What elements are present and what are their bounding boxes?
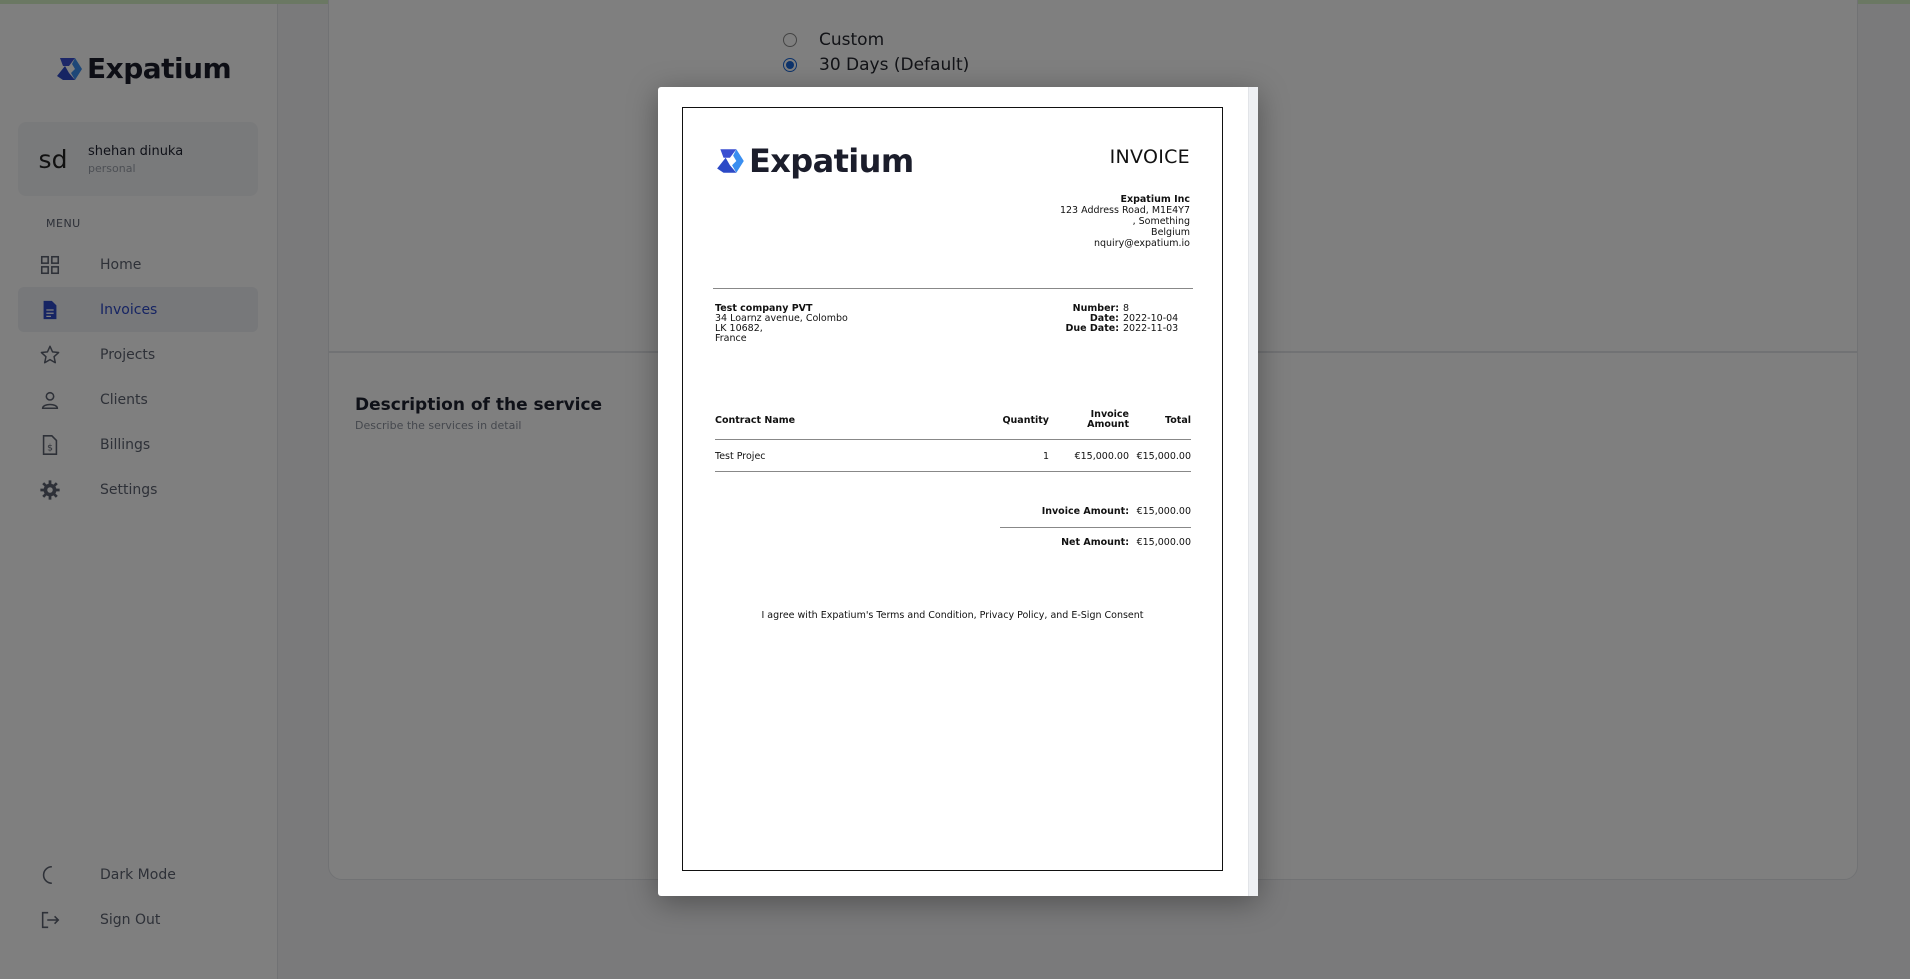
- invoice-logo: Expatium: [715, 142, 914, 180]
- invoice-title: INVOICE: [1109, 146, 1190, 168]
- invoice-document: Expatium INVOICE Expatium Inc 123 Addres…: [682, 107, 1223, 871]
- company-address: Expatium Inc 123 Address Road, M1E4Y7 , …: [1060, 194, 1190, 249]
- cell-amount: €15,000.00: [1074, 451, 1129, 462]
- col-header-total: Total: [1165, 415, 1191, 426]
- divider: [713, 288, 1193, 289]
- logo-text: Expatium: [749, 142, 914, 180]
- table-bottom-divider: [715, 471, 1191, 472]
- net-amount-label: Net Amount:: [1061, 537, 1129, 548]
- company-address-line: 123 Address Road, M1E4Y7: [1059, 205, 1190, 216]
- modal-scrollbar[interactable]: [1248, 87, 1258, 896]
- table-header-divider: [715, 439, 1191, 440]
- cell-contract: Test Projec: [715, 451, 766, 462]
- col-header-contract: Contract Name: [715, 415, 796, 426]
- col-header-quantity: Quantity: [1002, 415, 1049, 426]
- client-country: France: [715, 333, 747, 344]
- company-name: Expatium Inc: [1120, 194, 1190, 205]
- logo-icon: [717, 149, 744, 173]
- invoice-amount-value: €15,000.00: [1136, 506, 1191, 517]
- meta-label: Due Date:: [1065, 323, 1119, 334]
- invoice-due-date: 2022-11-03: [1123, 323, 1179, 334]
- company-email: nquiry@expatium.io: [1093, 238, 1190, 249]
- agreement-text: I agree with Expatium's Terms and Condit…: [761, 610, 1144, 621]
- col-header-invoice-amount: Invoice Amount: [1069, 410, 1129, 430]
- summary-divider: [1000, 527, 1191, 528]
- invoice-meta: Number: 8 Date: 2022-10-04 Due Date: 2022-1…: [1063, 304, 1179, 334]
- company-address-line: , Something: [1132, 216, 1190, 227]
- net-amount-value: €15,000.00: [1136, 537, 1191, 548]
- cell-total: €15,000.00: [1136, 451, 1191, 462]
- cell-quantity: 1: [1042, 451, 1049, 462]
- col-header-line: Amount: [1087, 419, 1129, 430]
- invoice-amount-label: Invoice Amount:: [1041, 506, 1129, 517]
- company-country: Belgium: [1151, 227, 1190, 238]
- invoice-preview-modal: Expatium INVOICE Expatium Inc 123 Addres…: [658, 87, 1258, 896]
- bill-to: Test company PVT 34 Loarnz avenue, Colom…: [715, 304, 848, 344]
